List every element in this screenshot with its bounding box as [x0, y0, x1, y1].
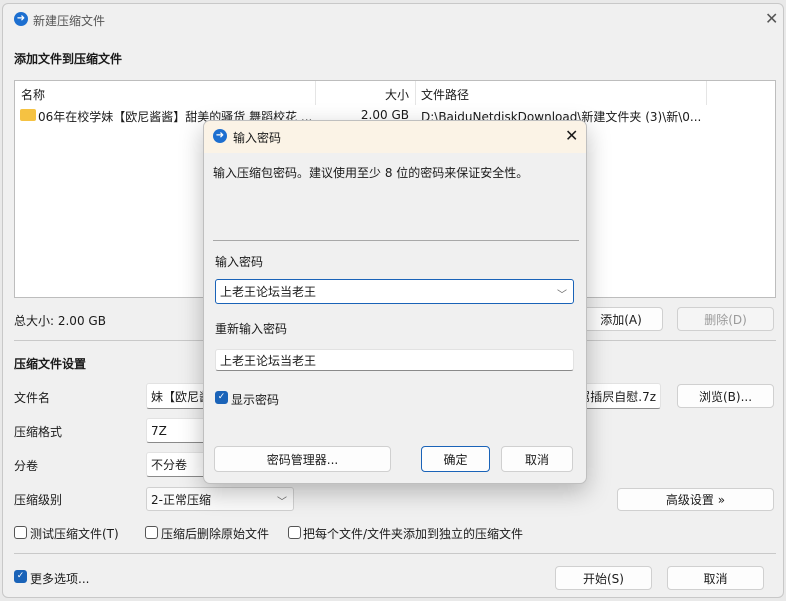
- password-input[interactable]: 上老王论坛当老王 ﹀: [215, 279, 574, 304]
- start-button[interactable]: 开始(S): [555, 566, 652, 590]
- column-header-size[interactable]: 大小: [375, 86, 409, 103]
- separate-archives-label[interactable]: 把每个文件/文件夹添加到独立的压缩文件: [303, 525, 523, 542]
- delete-original-label[interactable]: 压缩后删除原始文件: [161, 525, 269, 542]
- test-archive-label[interactable]: 测试压缩文件(T): [30, 525, 119, 542]
- filename-value-end: 屌插屄自慰.7z: [578, 389, 656, 404]
- separate-archives-checkbox[interactable]: [288, 526, 301, 539]
- window-title: 新建压缩文件: [33, 14, 106, 28]
- confirm-password-label: 重新输入密码: [215, 322, 288, 336]
- show-password-label[interactable]: 显示密码: [231, 391, 279, 408]
- dialog-description: 输入压缩包密码。建议使用至少 8 位的密码来保证安全性。: [213, 166, 529, 180]
- bandizip-icon: ➜: [213, 129, 227, 143]
- advanced-settings-button[interactable]: 高级设置 »: [617, 488, 774, 511]
- column-header-path[interactable]: 文件路径: [421, 86, 469, 103]
- delete-button[interactable]: 删除(D): [677, 307, 774, 331]
- more-options-checkbox[interactable]: ✓: [14, 570, 27, 583]
- close-icon[interactable]: ✕: [565, 126, 578, 145]
- column-header-name[interactable]: 名称: [21, 86, 45, 103]
- bandizip-icon: ➜: [14, 12, 28, 26]
- level-value: 2-正常压缩: [151, 492, 211, 507]
- add-button[interactable]: 添加(A): [579, 307, 663, 331]
- ok-button[interactable]: 确定: [421, 446, 490, 472]
- format-label: 压缩格式: [14, 425, 63, 439]
- cancel-button[interactable]: 取消: [667, 566, 764, 590]
- password-label: 输入密码: [215, 255, 264, 269]
- filename-label: 文件名: [14, 391, 51, 405]
- password-dialog: ➜ 输入密码 ✕ 输入压缩包密码。建议使用至少 8 位的密码来保证安全性。 输入…: [203, 120, 587, 484]
- confirm-password-input[interactable]: 上老王论坛当老王: [215, 349, 574, 371]
- show-password-checkbox[interactable]: ✓: [215, 391, 228, 404]
- chevron-down-icon[interactable]: ﹀: [557, 286, 567, 301]
- filename-value-start: 妹【欧尼酱: [151, 389, 212, 404]
- total-size: 总大小: 2.00 GB: [14, 314, 106, 328]
- close-icon[interactable]: ✕: [765, 9, 778, 28]
- files-section-title: 添加文件到压缩文件: [14, 52, 123, 66]
- dialog-cancel-button[interactable]: 取消: [501, 446, 573, 472]
- password-value: 上老王论坛当老王: [220, 285, 317, 299]
- level-label: 压缩级别: [14, 493, 63, 507]
- dialog-title: 输入密码: [233, 131, 282, 145]
- level-select[interactable]: 2-正常压缩 ﹀: [146, 487, 294, 511]
- browse-button[interactable]: 浏览(B)...: [677, 384, 774, 408]
- test-archive-checkbox[interactable]: [14, 526, 27, 539]
- folder-icon: [20, 109, 36, 121]
- settings-section-title: 压缩文件设置: [14, 357, 87, 371]
- volume-label: 分卷: [14, 459, 39, 473]
- more-options-label[interactable]: 更多选项...: [30, 570, 89, 587]
- chevron-down-icon: ﹀: [277, 497, 287, 508]
- delete-original-checkbox[interactable]: [145, 526, 158, 539]
- password-manager-button[interactable]: 密码管理器...: [214, 446, 391, 472]
